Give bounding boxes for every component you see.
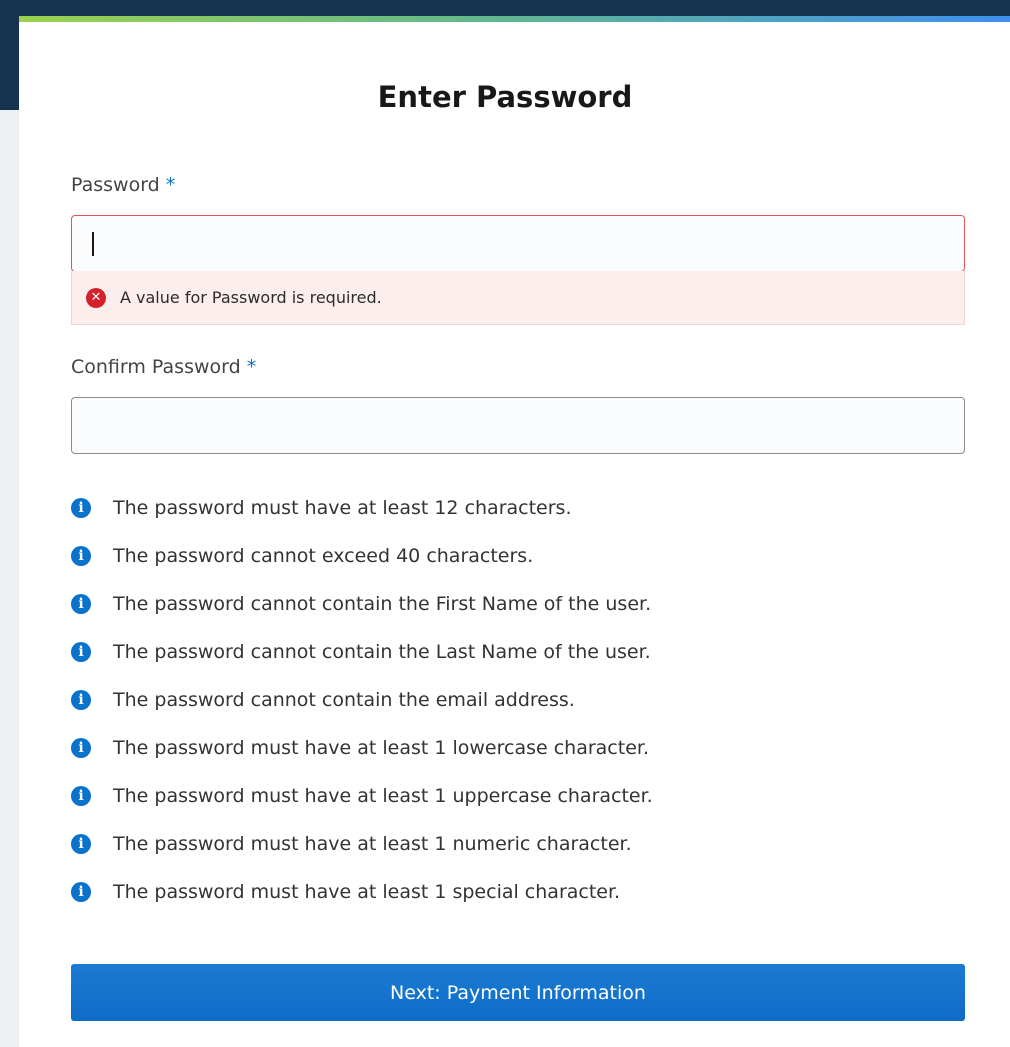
list-item: i The password cannot contain the Last N… bbox=[71, 628, 971, 676]
list-item: i The password cannot contain the email … bbox=[71, 676, 971, 724]
info-icon: i bbox=[71, 594, 91, 614]
info-icon: i bbox=[71, 498, 91, 518]
page-title: Enter Password bbox=[377, 80, 633, 114]
list-item: i The password must have at least 1 uppe… bbox=[71, 772, 971, 820]
rule-text: The password must have at least 1 upperc… bbox=[113, 785, 653, 807]
list-item: i The password must have at least 1 nume… bbox=[71, 820, 971, 868]
info-icon: i bbox=[71, 786, 91, 806]
page-side-background bbox=[0, 110, 19, 1047]
confirm-password-label-text: Confirm Password bbox=[71, 356, 241, 378]
confirm-password-label: Confirm Password * bbox=[71, 356, 256, 378]
list-item: i The password must have at least 1 lowe… bbox=[71, 724, 971, 772]
list-item: i The password cannot exceed 40 characte… bbox=[71, 532, 971, 580]
info-icon: i bbox=[71, 642, 91, 662]
rule-text: The password cannot contain the First Na… bbox=[113, 593, 652, 615]
info-icon: i bbox=[71, 546, 91, 566]
rule-text: The password cannot contain the Last Nam… bbox=[113, 641, 651, 663]
rule-text: The password must have at least 1 lowerc… bbox=[113, 737, 649, 759]
rule-text: The password must have at least 1 specia… bbox=[113, 881, 621, 903]
password-label: Password * bbox=[71, 174, 175, 196]
list-item: i The password must have at least 12 cha… bbox=[71, 484, 971, 532]
info-icon: i bbox=[71, 738, 91, 758]
password-input[interactable] bbox=[71, 215, 965, 272]
list-item: i The password must have at least 1 spec… bbox=[71, 868, 971, 916]
card-accent-bar bbox=[19, 16, 1010, 22]
rule-text: The password must have at least 12 chara… bbox=[113, 497, 572, 519]
info-icon: i bbox=[71, 882, 91, 902]
rule-text: The password must have at least 1 numeri… bbox=[113, 833, 632, 855]
confirm-password-input[interactable] bbox=[71, 397, 965, 454]
rule-text: The password cannot exceed 40 characters… bbox=[113, 545, 534, 567]
confirm-password-required-mark: * bbox=[246, 356, 257, 378]
password-error-text: A value for Password is required. bbox=[120, 288, 382, 307]
info-icon: i bbox=[71, 834, 91, 854]
rule-text: The password cannot contain the email ad… bbox=[113, 689, 575, 711]
password-rules-list: i The password must have at least 12 cha… bbox=[71, 484, 971, 916]
error-x-icon: ✕ bbox=[86, 287, 106, 308]
list-item: i The password cannot contain the First … bbox=[71, 580, 971, 628]
info-icon: i bbox=[71, 690, 91, 710]
password-required-mark: * bbox=[165, 174, 176, 196]
password-label-text: Password bbox=[71, 174, 160, 196]
password-error-message: ✕ A value for Password is required. bbox=[71, 271, 965, 325]
text-caret bbox=[92, 232, 94, 256]
next-payment-button[interactable]: Next: Payment Information bbox=[71, 964, 965, 1021]
